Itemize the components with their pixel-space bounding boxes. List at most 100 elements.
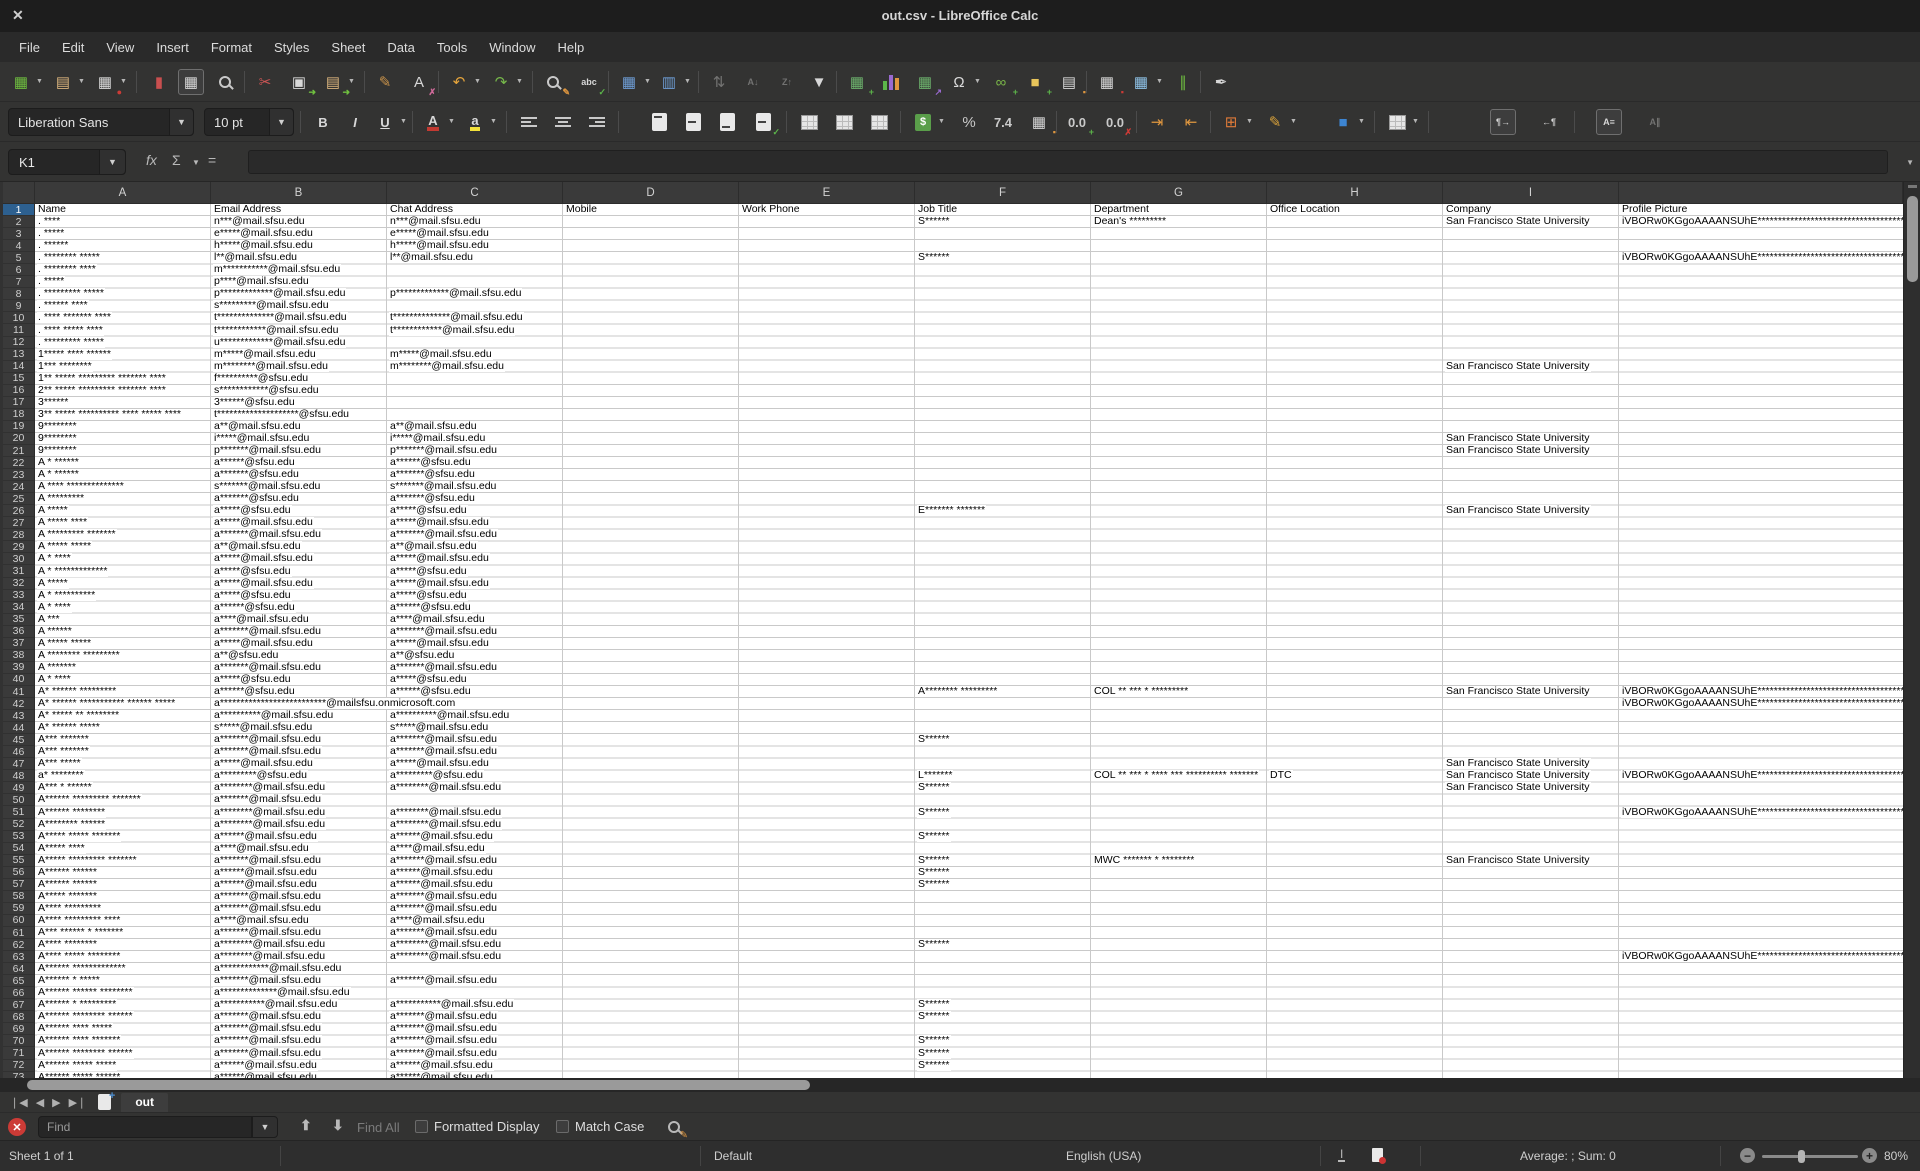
cell-C56[interactable]: a******@mail.sfsu.edu <box>389 867 494 878</box>
column-header-A[interactable]: A <box>35 182 211 204</box>
find-all-button[interactable]: Find All <box>357 1120 400 1135</box>
cell-B5[interactable]: l**@mail.sfsu.edu <box>213 252 298 263</box>
cell-B9[interactable]: s*********@mail.sfsu.edu <box>213 300 330 311</box>
cell-F67[interactable]: S****** <box>917 999 951 1010</box>
cell-B25[interactable]: a*******@sfsu.edu <box>213 493 300 504</box>
row-header-32[interactable]: 32 <box>3 578 35 590</box>
insert-rows-dropdown-icon[interactable]: ▼ <box>644 78 651 85</box>
cell-C43[interactable]: a**********@mail.sfsu.edu <box>389 710 510 721</box>
row-header-46[interactable]: 46 <box>3 746 35 758</box>
row-header-19[interactable]: 19 <box>3 421 35 433</box>
cell-A67[interactable]: A****** * ********* <box>37 999 117 1010</box>
cell-A19[interactable]: 9******** <box>37 421 78 432</box>
redo-dropdown-icon[interactable]: ▼ <box>516 78 523 85</box>
row-header-53[interactable]: 53 <box>3 831 35 843</box>
cell-A2[interactable]: . **** <box>37 216 61 227</box>
cell-J1[interactable]: Profile Picture <box>1621 204 1688 215</box>
cell-A50[interactable]: A****** ********* ******* <box>37 794 142 805</box>
cell-B64[interactable]: a************@mail.sfsu.edu <box>213 963 342 974</box>
clone-formatting-button[interactable]: ✎ <box>372 69 398 95</box>
cell-C5[interactable]: l**@mail.sfsu.edu <box>389 252 474 263</box>
text-direction-horizontal-button[interactable]: A≡ <box>1596 109 1622 135</box>
column-header-J[interactable] <box>1619 182 1903 204</box>
cell-A1[interactable]: Name <box>37 204 67 215</box>
cell-C54[interactable]: a****@mail.sfsu.edu <box>389 843 486 854</box>
cell-A46[interactable]: A*** ******* <box>37 746 90 757</box>
cell-A8[interactable]: . ********* ***** <box>37 288 105 299</box>
borders-button[interactable]: ⊞ <box>1218 109 1244 135</box>
cell-C49[interactable]: a********@mail.sfsu.edu <box>389 782 502 793</box>
cell-C19[interactable]: a**@mail.sfsu.edu <box>389 421 478 432</box>
menu-insert[interactable]: Insert <box>145 36 200 59</box>
cell-B23[interactable]: a*******@sfsu.edu <box>213 469 300 480</box>
cell-F53[interactable]: S****** <box>917 831 951 842</box>
name-box[interactable]: K1 ▼ <box>8 149 126 175</box>
cell-J5[interactable]: iVBORw0KGgoAAAANSUhE********************… <box>1621 252 1903 263</box>
cell-B27[interactable]: a*****@mail.sfsu.edu <box>213 517 314 528</box>
cell-C37[interactable]: a*****@mail.sfsu.edu <box>389 638 490 649</box>
cell-B10[interactable]: t**************@mail.sfsu.edu <box>213 312 348 323</box>
row-header-68[interactable]: 68 <box>3 1011 35 1023</box>
cell-G2[interactable]: Dean's ********* <box>1093 216 1167 227</box>
cell-B22[interactable]: a******@sfsu.edu <box>213 457 296 468</box>
column-header-E[interactable]: E <box>739 182 915 204</box>
number-format-button[interactable]: 7.4 <box>990 109 1016 135</box>
underline-dropdown-icon[interactable]: ▼ <box>400 118 407 125</box>
zoom-slider-track[interactable] <box>1762 1155 1858 1158</box>
find-next-button[interactable]: ⬇ <box>332 1117 344 1134</box>
cell-B15[interactable]: f**********@sfsu.edu <box>213 373 309 384</box>
cell-A17[interactable]: 3****** <box>37 397 69 408</box>
cell-C27[interactable]: a*****@mail.sfsu.edu <box>389 517 490 528</box>
cell-A31[interactable]: A * ************* <box>37 566 108 577</box>
cell-C44[interactable]: s*****@mail.sfsu.edu <box>389 722 489 733</box>
row-header-16[interactable]: 16 <box>3 385 35 397</box>
cell-A56[interactable]: A****** ****** <box>37 867 98 878</box>
cell-A6[interactable]: . ******** **** <box>37 264 97 275</box>
cell-A9[interactable]: . ****** **** <box>37 300 89 311</box>
highlighting-color-button[interactable]: a <box>462 109 488 135</box>
row-header-49[interactable]: 49 <box>3 782 35 794</box>
font-name-combo[interactable]: Liberation Sans ▼ <box>8 108 194 136</box>
cell-A18[interactable]: 3** ***** ********** **** ***** **** <box>37 409 182 420</box>
insert-special-character-button[interactable]: Ω <box>946 69 972 95</box>
row-header-15[interactable]: 15 <box>3 373 35 385</box>
border-style-button[interactable]: ✎ <box>1262 109 1288 135</box>
cell-C51[interactable]: a********@mail.sfsu.edu <box>389 807 502 818</box>
sum-icon[interactable]: Σ <box>172 152 181 168</box>
cell-B66[interactable]: a**************@mail.sfsu.edu <box>213 987 351 998</box>
cell-F5[interactable]: S****** <box>917 252 951 263</box>
cell-B70[interactable]: a*******@mail.sfsu.edu <box>213 1035 322 1046</box>
cell-B62[interactable]: a********@mail.sfsu.edu <box>213 939 326 950</box>
export-pdf-button[interactable]: ▮ <box>146 69 172 95</box>
cell-B61[interactable]: a*******@mail.sfsu.edu <box>213 927 322 938</box>
cell-B38[interactable]: a**@sfsu.edu <box>213 650 279 661</box>
print-preview-button[interactable] <box>212 69 238 95</box>
cell-B30[interactable]: a*****@mail.sfsu.edu <box>213 553 314 564</box>
wrap-text-button[interactable]: ✓ <box>750 109 776 135</box>
row-header-11[interactable]: 11 <box>3 325 35 337</box>
cell-A65[interactable]: A****** * ***** <box>37 975 101 986</box>
insert-chart-button[interactable] <box>878 69 904 95</box>
vertical-scrollbar[interactable] <box>1903 182 1920 1078</box>
conditional-formatting-dropdown-icon[interactable]: ▼ <box>1412 118 1419 125</box>
function-wizard-icon[interactable]: fx <box>146 152 157 168</box>
cell-C23[interactable]: a*******@sfsu.edu <box>389 469 476 480</box>
cell-C38[interactable]: a**@sfsu.edu <box>389 650 455 661</box>
cell-H1[interactable]: Office Location <box>1269 204 1341 215</box>
row-header-71[interactable]: 71 <box>3 1048 35 1060</box>
decrease-indent-button[interactable]: ⇤ <box>1178 109 1204 135</box>
cell-C68[interactable]: a*******@mail.sfsu.edu <box>389 1011 498 1022</box>
row-header-20[interactable]: 20 <box>3 433 35 445</box>
cell-C33[interactable]: a*****@sfsu.edu <box>389 590 468 601</box>
row-header-64[interactable]: 64 <box>3 963 35 975</box>
row-header-14[interactable]: 14 <box>3 361 35 373</box>
cell-B3[interactable]: e*****@mail.sfsu.edu <box>213 228 314 239</box>
name-box-dropdown-icon[interactable]: ▼ <box>99 150 125 174</box>
cell-A53[interactable]: A***** ***** ******* <box>37 831 121 842</box>
row-header-34[interactable]: 34 <box>3 602 35 614</box>
cell-J51[interactable]: iVBORw0KGgoAAAANSUhE********************… <box>1621 807 1903 818</box>
cell-C69[interactable]: a*******@mail.sfsu.edu <box>389 1023 498 1034</box>
cell-C14[interactable]: m********@mail.sfsu.edu <box>389 361 505 372</box>
align-right-button[interactable] <box>584 109 610 135</box>
currency-format-dropdown-icon[interactable]: ▼ <box>938 118 945 125</box>
